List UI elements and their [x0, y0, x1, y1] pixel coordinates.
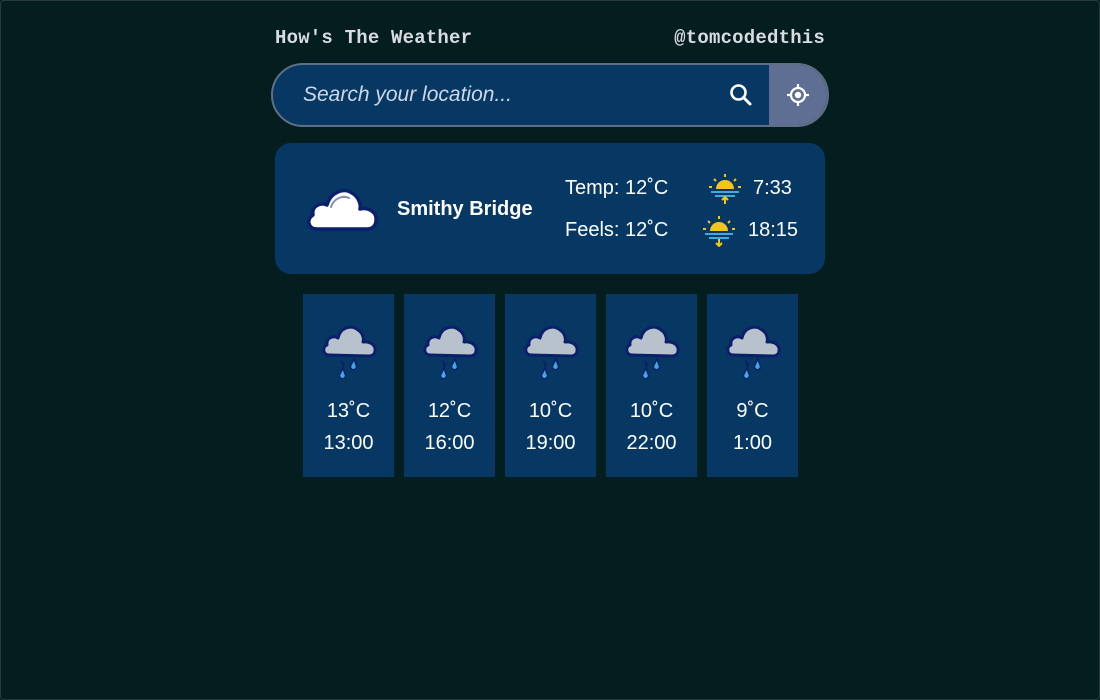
- cloud-icon: [307, 188, 378, 231]
- forecast-temp: 10˚C: [528, 400, 573, 422]
- sunset-icon: [703, 216, 735, 247]
- forecast-temp: 9˚C: [736, 400, 769, 422]
- location-name: Smithy Bridge: [397, 198, 533, 220]
- rain-cloud-icon: [624, 325, 680, 379]
- forecast-temp: 13˚C: [326, 400, 371, 422]
- forecast-card: 10˚C 22:00: [606, 294, 697, 477]
- sunrise-time: 7:33: [753, 177, 792, 199]
- rain-cloud-icon: [725, 325, 781, 379]
- forecast-temp: 12˚C: [427, 400, 472, 422]
- forecast-time: 1:00: [733, 432, 772, 454]
- forecast-time: 16:00: [424, 432, 475, 454]
- forecast-time: 19:00: [525, 432, 576, 454]
- forecast-card: 12˚C 16:00: [404, 294, 495, 477]
- search-button[interactable]: [713, 65, 769, 125]
- forecast-card: 10˚C 19:00: [505, 294, 596, 477]
- search-bar: [271, 63, 829, 127]
- current-weather-panel: Smithy Bridge Temp: 12˚C Feels: 12˚C 7:3…: [275, 143, 825, 274]
- rain-cloud-icon: [321, 325, 377, 379]
- forecast-time: 13:00: [323, 432, 374, 454]
- app-header: How's The Weather @tomcodedthis: [275, 26, 825, 50]
- feels-like-temp: Feels: 12˚C: [565, 219, 669, 241]
- forecast-temp: 10˚C: [629, 400, 674, 422]
- locate-button[interactable]: [769, 65, 827, 125]
- crosshair-location-icon: [787, 84, 809, 106]
- search-input[interactable]: [273, 65, 713, 125]
- forecast-time: 22:00: [626, 432, 677, 454]
- search-icon: [730, 84, 752, 106]
- author-handle[interactable]: @tomcodedthis: [674, 27, 825, 49]
- sunset-time: 18:15: [748, 219, 799, 241]
- sunrise-icon: [709, 174, 741, 204]
- current-temp: Temp: 12˚C: [565, 177, 669, 199]
- forecast-card: 13˚C 13:00: [303, 294, 394, 477]
- app-title: How's The Weather: [275, 27, 473, 49]
- rain-cloud-icon: [422, 325, 478, 379]
- forecast-card: 9˚C 1:00: [707, 294, 798, 477]
- hourly-forecast: 13˚C 13:00 12˚C 16:00 10˚C 19:00 10˚C 22: [303, 294, 798, 477]
- rain-cloud-icon: [523, 325, 579, 379]
